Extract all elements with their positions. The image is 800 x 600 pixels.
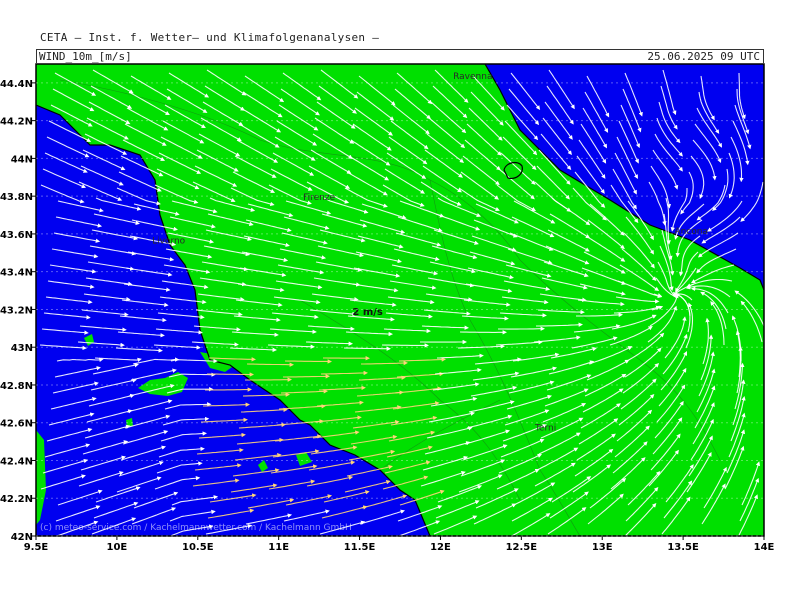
x-tick-label: 13.5E <box>667 542 699 553</box>
city-label: Firenze <box>303 193 335 203</box>
y-tick-label: 42.4N <box>0 456 33 467</box>
wind-scale-annotation: 2 m/s <box>352 307 383 318</box>
x-tick-label: 10E <box>107 542 128 553</box>
x-tick-label: 14E <box>754 542 775 553</box>
y-tick-label: 42.2N <box>0 494 33 505</box>
x-axis: 9.5E 10E 10.5E 11E 11.5E 12E 12.5E 13E 13.5E 14E <box>24 536 775 553</box>
y-tick-label: 43.8N <box>0 192 33 203</box>
x-tick-label: 13E <box>592 542 613 553</box>
y-tick-label: 43.6N <box>0 230 33 241</box>
y-tick-label: 43.2N <box>0 305 33 316</box>
y-tick-label: 42N <box>11 532 33 543</box>
y-tick-label: 42.8N <box>0 381 33 392</box>
city-label: Ravenna <box>453 72 492 82</box>
streamline <box>283 374 330 379</box>
streamline <box>205 387 252 392</box>
wind-map: Ravenna Firenze Livorno Ancona Terni 2 m/s (… <box>0 63 775 553</box>
city-label: Livorno <box>152 236 186 246</box>
x-tick-label: 10.5E <box>182 542 214 553</box>
city-label: Ancona <box>674 227 708 237</box>
streamline <box>206 372 255 377</box>
y-tick-label: 43.4N <box>0 268 33 279</box>
y-tick-label: 44.2N <box>0 117 33 128</box>
y-tick-label: 43N <box>11 343 33 354</box>
streamline <box>284 359 332 364</box>
x-tick-label: 9.5E <box>24 542 49 553</box>
y-tick-label: 44.4N <box>0 79 33 90</box>
streamline <box>246 362 294 367</box>
x-tick-label: 12E <box>430 542 451 553</box>
copyright-note: (c) meteo-service.com / Kachelmannwetter… <box>40 523 352 533</box>
x-tick-label: 12.5E <box>506 542 538 553</box>
x-tick-label: 11.5E <box>344 542 376 553</box>
y-tick-label: 44N <box>11 154 33 165</box>
y-tick-label: 42.6N <box>0 419 33 430</box>
x-tick-label: 11E <box>268 542 289 553</box>
city-label: Terni <box>534 423 556 433</box>
